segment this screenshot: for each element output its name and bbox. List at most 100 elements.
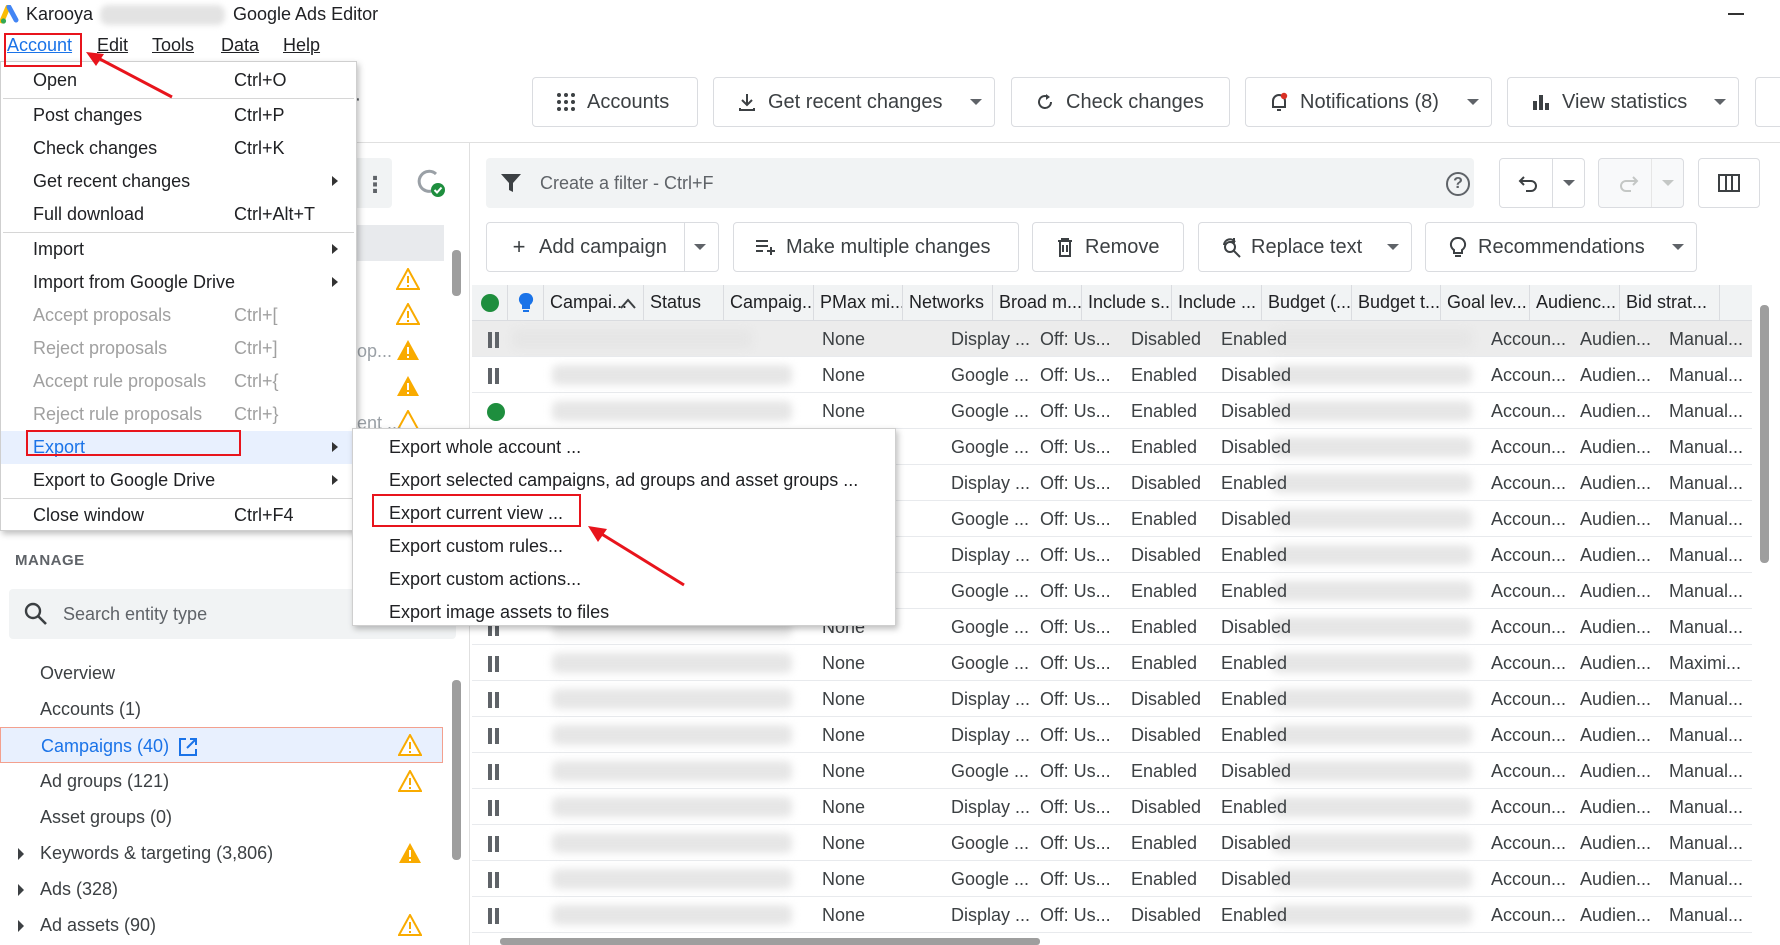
cell-broad[interactable]: Off: Us...: [1040, 581, 1111, 602]
menu-help[interactable]: Help: [283, 35, 320, 56]
cell-pmax[interactable]: None: [822, 761, 865, 782]
cell-inc_s[interactable]: Enabled: [1131, 509, 1197, 530]
menu-item-export-custom-actions[interactable]: Export custom actions...: [389, 569, 581, 590]
paused-status-icon[interactable]: [487, 764, 501, 780]
cell-aud[interactable]: Audien...: [1580, 473, 1651, 494]
table-row[interactable]: None Google ... Off: Us... Enabled Disabled A…: [472, 861, 1752, 897]
get-recent-changes-button[interactable]: Get recent changes: [713, 77, 995, 127]
paused-status-icon[interactable]: [487, 872, 501, 888]
entity-accounts[interactable]: Accounts (1): [0, 691, 443, 727]
cell-broad[interactable]: Off: Us...: [1040, 833, 1111, 854]
cell-networks[interactable]: Google ...: [951, 581, 1029, 602]
cell-inc_s[interactable]: Disabled: [1131, 545, 1201, 566]
menu-item-export-whole-account[interactable]: Export whole account ...: [389, 437, 581, 458]
cell-bid[interactable]: Manual...: [1669, 365, 1743, 386]
cell-bid[interactable]: Manual...: [1669, 545, 1743, 566]
paused-status-icon[interactable]: [487, 908, 501, 924]
cell-pmax[interactable]: None: [822, 653, 865, 674]
status-dot-column[interactable]: [472, 285, 508, 321]
entity-asset-groups[interactable]: Asset groups (0): [0, 799, 443, 835]
chevron-down-icon[interactable]: [1387, 244, 1399, 250]
cell-pmax[interactable]: None: [822, 833, 865, 854]
cell-bid[interactable]: Manual...: [1669, 689, 1743, 710]
cell-networks[interactable]: Display ...: [951, 473, 1030, 494]
toolbar-overflow-button[interactable]: [1755, 77, 1780, 127]
cell-inc_s[interactable]: Enabled: [1131, 761, 1197, 782]
cell-bid[interactable]: Manual...: [1669, 329, 1743, 350]
cell-bid[interactable]: Manual...: [1669, 473, 1743, 494]
cell-inc_s[interactable]: Enabled: [1131, 833, 1197, 854]
paused-status-icon[interactable]: [487, 368, 501, 384]
paused-status-icon[interactable]: [487, 692, 501, 708]
cell-bid[interactable]: Manual...: [1669, 905, 1743, 926]
cell-bid[interactable]: Manual...: [1669, 617, 1743, 638]
cell-bid[interactable]: Manual...: [1669, 509, 1743, 530]
entity-ads[interactable]: Ads (328): [0, 871, 443, 907]
cell-networks[interactable]: Google ...: [951, 365, 1029, 386]
cell-aud[interactable]: Audien...: [1580, 509, 1651, 530]
paused-status-icon[interactable]: [487, 332, 501, 348]
cell-broad[interactable]: Off: Us...: [1040, 473, 1111, 494]
cell-goal[interactable]: Accoun...: [1491, 473, 1566, 494]
cell-aud[interactable]: Audien...: [1580, 545, 1651, 566]
cell-aud[interactable]: Audien...: [1580, 905, 1651, 926]
table-row[interactable]: None Google ... Off: Us... Enabled Disabled A…: [472, 357, 1752, 393]
cell-broad[interactable]: Off: Us...: [1040, 653, 1111, 674]
cell-networks[interactable]: Google ...: [951, 401, 1029, 422]
cell-inc[interactable]: Enabled: [1221, 581, 1287, 602]
cell-pmax[interactable]: None: [822, 725, 865, 746]
cell-goal[interactable]: Accoun...: [1491, 905, 1566, 926]
column-header-include-s[interactable]: Include s...: [1082, 285, 1172, 321]
cell-aud[interactable]: Audien...: [1580, 869, 1651, 890]
cell-broad[interactable]: Off: Us...: [1040, 761, 1111, 782]
column-header-pmax[interactable]: PMax mi...: [814, 285, 903, 321]
recommendations-button[interactable]: Recommendations: [1425, 222, 1697, 272]
cell-inc[interactable]: Enabled: [1221, 473, 1287, 494]
cell-inc_s[interactable]: Enabled: [1131, 401, 1197, 422]
menu-data[interactable]: Data: [221, 35, 259, 56]
chevron-down-icon[interactable]: [1563, 180, 1575, 186]
table-row[interactable]: None Display ... Off: Us... Disabled Enabled…: [472, 717, 1752, 753]
cell-inc[interactable]: Enabled: [1221, 905, 1287, 926]
recommendation-column[interactable]: [508, 285, 544, 321]
grid-horizontal-scrollbar[interactable]: [500, 938, 1040, 945]
cell-bid[interactable]: Manual...: [1669, 869, 1743, 890]
cell-networks[interactable]: Display ...: [951, 905, 1030, 926]
cell-inc_s[interactable]: Disabled: [1131, 725, 1201, 746]
cell-broad[interactable]: Off: Us...: [1040, 401, 1111, 422]
expand-arrow-icon[interactable]: [18, 884, 24, 896]
cell-aud[interactable]: Audien...: [1580, 761, 1651, 782]
cell-goal[interactable]: Accoun...: [1491, 653, 1566, 674]
cell-networks[interactable]: Display ...: [951, 545, 1030, 566]
cell-networks[interactable]: Display ...: [951, 797, 1030, 818]
table-row[interactable]: None Display ... Off: Us... Disabled Enabled…: [472, 681, 1752, 717]
grid-vertical-scrollbar[interactable]: [1760, 305, 1769, 563]
cell-networks[interactable]: Google ...: [951, 437, 1029, 458]
table-row[interactable]: None Google ... Off: Us... Enabled Disabled A…: [472, 825, 1752, 861]
cell-aud[interactable]: Audien...: [1580, 365, 1651, 386]
menu-tools[interactable]: Tools: [152, 35, 194, 56]
add-campaign-button[interactable]: + Add campaign: [486, 222, 719, 272]
entity-ad-assets[interactable]: Ad assets (90): [0, 907, 443, 943]
cell-goal[interactable]: Accoun...: [1491, 797, 1566, 818]
cell-goal[interactable]: Accoun...: [1491, 869, 1566, 890]
column-header-include[interactable]: Include ...: [1172, 285, 1262, 321]
entity-ad-groups[interactable]: Ad groups (121): [0, 763, 443, 799]
cell-networks[interactable]: Google ...: [951, 509, 1029, 530]
entity-overview[interactable]: Overview: [0, 655, 443, 691]
entity-list-scrollbar[interactable]: [452, 680, 461, 860]
cell-goal[interactable]: Accoun...: [1491, 581, 1566, 602]
entity-campaigns[interactable]: Campaigns (40): [0, 727, 443, 763]
cell-broad[interactable]: Off: Us...: [1040, 365, 1111, 386]
check-changes-button[interactable]: Check changes: [1011, 77, 1230, 127]
cell-goal[interactable]: Accoun...: [1491, 437, 1566, 458]
filter-bar[interactable]: Create a filter - Ctrl+F ?: [486, 158, 1474, 208]
cell-goal[interactable]: Accoun...: [1491, 545, 1566, 566]
columns-button[interactable]: [1698, 158, 1760, 208]
cell-networks[interactable]: Google ...: [951, 833, 1029, 854]
tree-scrollbar[interactable]: [452, 250, 461, 296]
cell-inc_s[interactable]: Enabled: [1131, 437, 1197, 458]
cell-pmax[interactable]: None: [822, 869, 865, 890]
cell-goal[interactable]: Accoun...: [1491, 725, 1566, 746]
expand-arrow-icon[interactable]: [18, 848, 24, 860]
